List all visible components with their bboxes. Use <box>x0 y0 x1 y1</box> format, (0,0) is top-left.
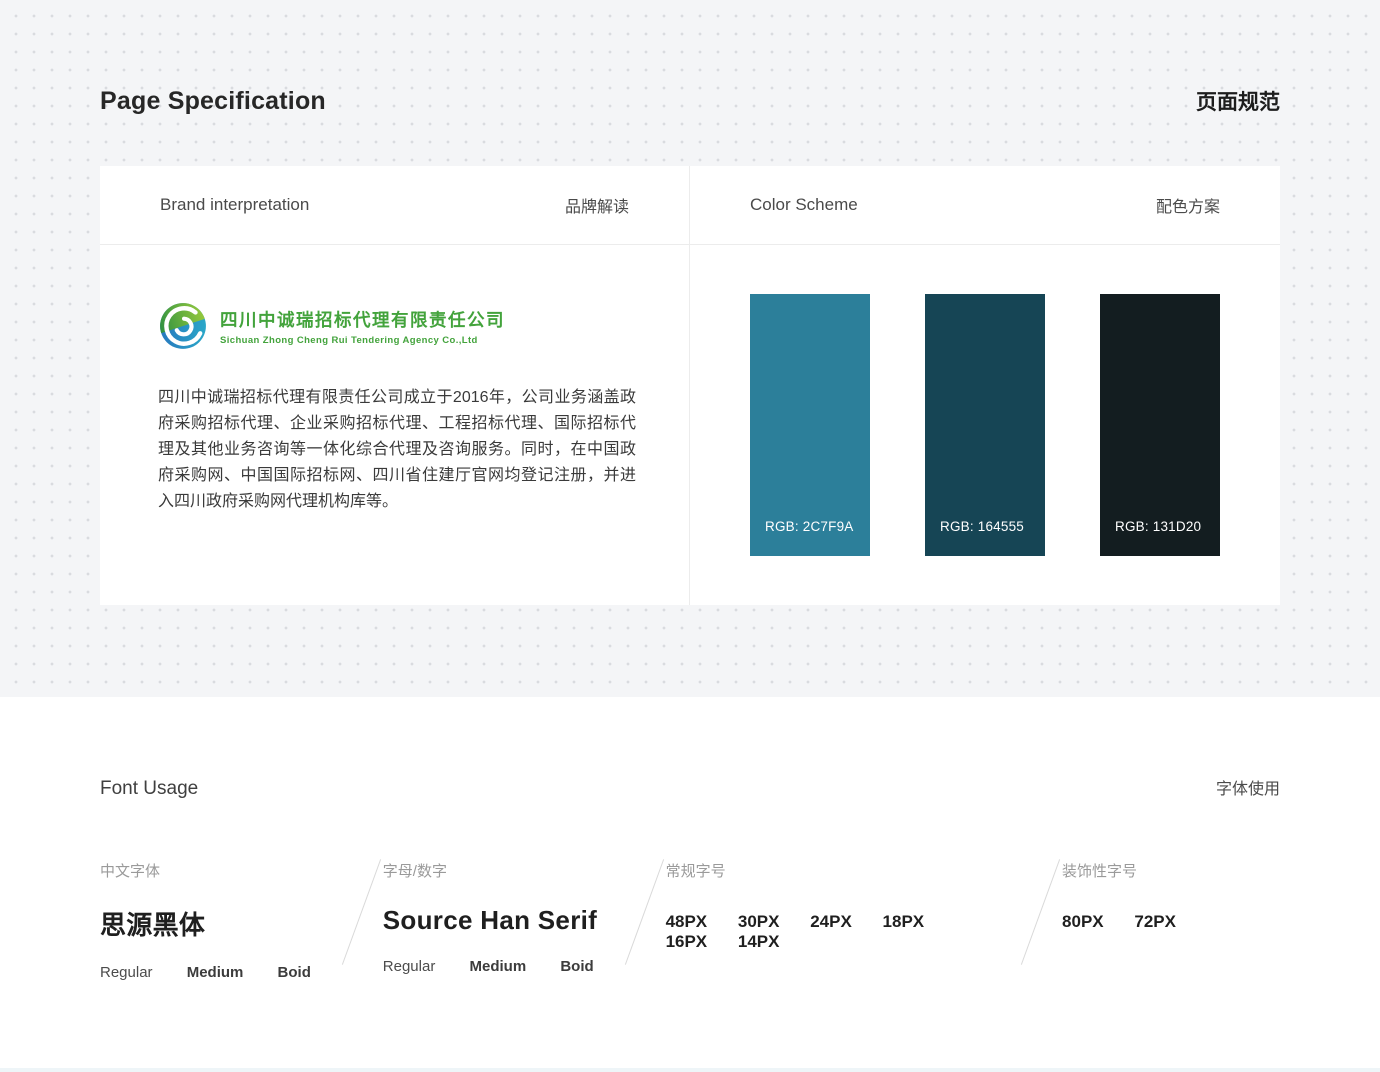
page-specification-section: Page Specification 页面规范 Brand interpreta… <box>0 0 1380 697</box>
font-sizes: 80PX 72PX <box>1062 912 1280 932</box>
color-panel-header: Color Scheme 配色方案 <box>690 166 1280 245</box>
color-swatch: RGB: 164555 <box>925 294 1045 556</box>
font-sizes: 48PX 30PX 24PX 18PX 16PX 14PX <box>666 912 1018 952</box>
font-name: Source Han Serif <box>383 905 622 936</box>
font-usage-title-zh: 字体使用 <box>1216 775 1280 799</box>
color-swatch-label: RGB: 2C7F9A <box>765 519 853 534</box>
size-value: 30PX <box>738 912 780 931</box>
spec-card: Brand interpretation 品牌解读 <box>100 166 1280 605</box>
color-swatch: RGB: 2C7F9A <box>750 294 870 556</box>
brand-header-zh: 品牌解读 <box>565 193 629 217</box>
page-title-row: Page Specification 页面规范 <box>0 0 1380 116</box>
weight-regular: Regular <box>383 958 436 975</box>
globe-swirl-logo-icon <box>158 301 208 351</box>
company-logo: 四川中诚瑞招标代理有限责任公司 Sichuan Zhong Cheng Rui … <box>158 301 631 351</box>
weight-medium: Medium <box>187 964 244 981</box>
color-scheme-panel: Color Scheme 配色方案 RGB: 2C7F9A RGB: 16455… <box>690 166 1280 605</box>
slash-divider <box>1018 856 1062 968</box>
color-swatch-label: RGB: 131D20 <box>1115 519 1201 534</box>
size-value: 14PX <box>738 932 780 951</box>
font-col-label: 字母/数字 <box>383 860 622 881</box>
font-columns: 中文字体 思源黑体 Regular Medium Boid 字母/数字 Sour… <box>0 800 1380 981</box>
font-col-label: 中文字体 <box>100 860 339 881</box>
size-value: 18PX <box>883 912 925 931</box>
weight-medium: Medium <box>469 958 526 975</box>
font-col-label: 常规字号 <box>666 860 1018 881</box>
color-header-en: Color Scheme <box>750 195 858 215</box>
size-value: 16PX <box>666 932 708 951</box>
font-col-chinese: 中文字体 思源黑体 Regular Medium Boid <box>100 860 339 981</box>
weight-bold: Boid <box>278 964 311 981</box>
font-weights: Regular Medium Boid <box>383 958 622 975</box>
weight-bold: Boid <box>560 958 593 975</box>
weight-regular: Regular <box>100 964 153 981</box>
font-name: 思源黑体 <box>100 905 339 942</box>
brand-interpretation-panel: Brand interpretation 品牌解读 <box>100 166 690 605</box>
font-col-regular-sizes: 常规字号 48PX 30PX 24PX 18PX 16PX 14PX <box>666 860 1018 952</box>
brand-header-en: Brand interpretation <box>160 195 309 215</box>
color-swatch-row: RGB: 2C7F9A RGB: 164555 RGB: 131D20 <box>690 245 1280 556</box>
size-value: 48PX <box>666 912 708 931</box>
font-usage-title: Font Usage <box>100 778 198 800</box>
page-title: Page Specification <box>100 87 326 116</box>
brand-panel-header: Brand interpretation 品牌解读 <box>100 166 689 245</box>
brand-panel-body: 四川中诚瑞招标代理有限责任公司 Sichuan Zhong Cheng Rui … <box>100 245 689 515</box>
slash-divider <box>339 856 383 968</box>
page-title-zh: 页面规范 <box>1196 86 1280 116</box>
color-swatch-label: RGB: 164555 <box>940 519 1024 534</box>
size-value: 72PX <box>1134 912 1176 931</box>
font-weights: Regular Medium Boid <box>100 964 339 981</box>
font-usage-section: Font Usage 字体使用 中文字体 思源黑体 Regular Medium… <box>0 697 1380 1072</box>
size-value: 80PX <box>1062 912 1104 931</box>
font-col-latin: 字母/数字 Source Han Serif Regular Medium Bo… <box>383 860 622 975</box>
bottom-divider <box>0 1068 1380 1072</box>
size-value: 24PX <box>810 912 852 931</box>
brand-description: 四川中诚瑞招标代理有限责任公司成立于2016年，公司业务涵盖政府采购招标代理、企… <box>158 385 636 515</box>
color-header-zh: 配色方案 <box>1156 193 1220 217</box>
font-col-decorative-sizes: 装饰性字号 80PX 72PX <box>1062 860 1280 932</box>
company-name-zh: 四川中诚瑞招标代理有限责任公司 <box>220 307 505 332</box>
company-name-en: Sichuan Zhong Cheng Rui Tendering Agency… <box>220 335 505 346</box>
slash-divider <box>622 856 666 968</box>
font-title-row: Font Usage 字体使用 <box>0 697 1380 800</box>
company-name-block: 四川中诚瑞招标代理有限责任公司 Sichuan Zhong Cheng Rui … <box>220 307 505 346</box>
font-col-label: 装饰性字号 <box>1062 860 1280 881</box>
color-swatch: RGB: 131D20 <box>1100 294 1220 556</box>
